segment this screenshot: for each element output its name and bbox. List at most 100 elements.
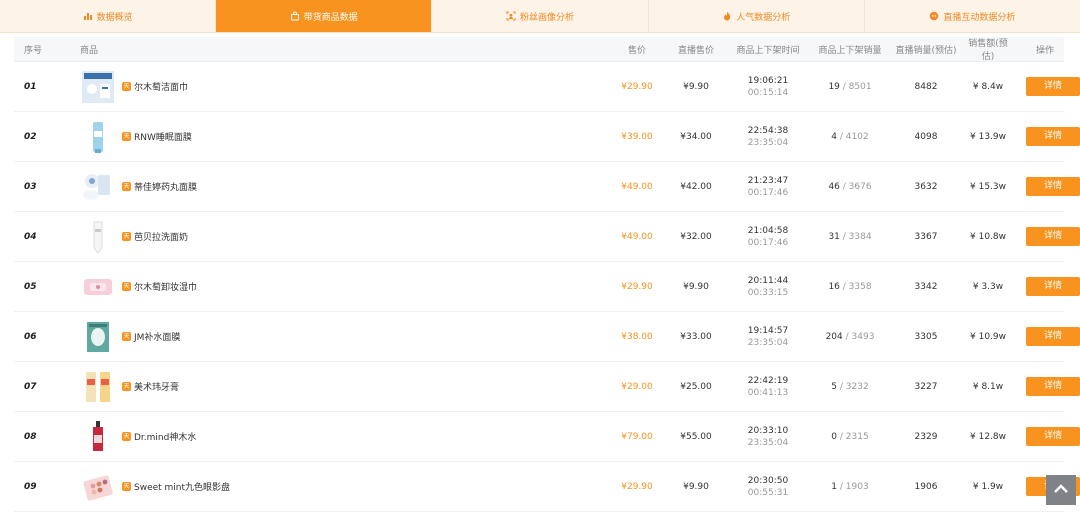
shelf-time-on: 19:14:57 xyxy=(747,325,789,336)
row-index: 01 xyxy=(24,81,37,92)
shelf-sales-a: 16 xyxy=(828,281,840,292)
detail-button[interactable]: 详情 xyxy=(1026,77,1080,96)
product-thumbnail[interactable] xyxy=(80,269,116,305)
price-cell: ¥29.90 xyxy=(606,282,668,292)
shelf-sales-cell: 19 / 8501 xyxy=(812,82,888,92)
amount-cell: ¥ 8.4w xyxy=(964,82,1012,92)
product-name[interactable]: 美术玮牙膏 xyxy=(134,380,179,393)
product-name[interactable]: 芭贝拉洗面奶 xyxy=(134,230,188,243)
operation-cell: 详情 xyxy=(1012,77,1080,96)
amount-cell: ¥ 8.1w xyxy=(964,382,1012,392)
tab-product-data[interactable]: 带货商品数据 xyxy=(216,0,433,32)
row-index: 07 xyxy=(24,381,37,392)
product-name[interactable]: 尔木萄卸妆湿巾 xyxy=(134,280,197,293)
live-sales-cell: 2329 xyxy=(888,432,964,442)
row-index-cell: 06 xyxy=(14,332,66,342)
shelf-time-on: 20:30:50 xyxy=(747,475,789,486)
price-cell: ¥29.00 xyxy=(606,382,668,392)
product-name[interactable]: Sweet mint九色眼影盘 xyxy=(134,480,230,493)
live-sales: 3305 xyxy=(914,331,938,342)
live-price-cell: ¥33.00 xyxy=(668,332,724,342)
row-index-cell: 08 xyxy=(14,432,66,442)
tab-popularity[interactable]: 人气数据分析 xyxy=(649,0,865,32)
shopping-bag-icon xyxy=(290,11,300,21)
header-amount: 销售额(预估) xyxy=(968,39,1008,62)
product-name[interactable]: RNW睡眠面膜 xyxy=(134,130,192,143)
operation-cell: 详情 xyxy=(1012,127,1080,146)
shelf-duration: 00:15:14 xyxy=(747,87,789,98)
table-row: 03 天蒂佳婷药丸面膜 ¥49.00 ¥42.00 21:23:47 00:17:46 46… xyxy=(14,162,1080,212)
shelf-sales-cell: 16 / 3358 xyxy=(812,282,888,292)
amount-cell: ¥ 1.9w xyxy=(964,482,1012,492)
product-thumbnail[interactable] xyxy=(80,419,116,455)
detail-button[interactable]: 详情 xyxy=(1026,277,1080,296)
shelf-duration: 00:55:31 xyxy=(747,487,789,498)
product-table: 序号 商品 售价 直播售价 商品上下架时间 商品上下架销量 直播销量(预估) 销… xyxy=(14,37,1080,512)
product-thumbnail[interactable] xyxy=(80,119,116,155)
product-thumbnail[interactable] xyxy=(80,169,116,205)
tab-fans-portrait[interactable]: 粉丝画像分析 xyxy=(432,0,649,32)
shelf-sales-b: 2315 xyxy=(845,431,869,442)
shelf-time-cell: 19:14:57 23:35:04 xyxy=(724,325,812,349)
shelf-time-cell: 21:23:47 00:17:46 xyxy=(724,175,812,199)
shelf-sales-sep: / xyxy=(837,131,846,142)
shelf-time-on: 20:33:10 xyxy=(747,425,789,436)
tmall-badge-icon: 天 xyxy=(122,132,131,141)
shelf-time-cell: 19:06:21 00:15:14 xyxy=(724,75,812,99)
product-name[interactable]: JM补水面膜 xyxy=(134,330,180,343)
product-thumbnail[interactable] xyxy=(80,469,116,505)
tab-label: 直播互动数据分析 xyxy=(943,12,1016,23)
shelf-sales-sep: / xyxy=(837,431,846,442)
product-thumbnail[interactable] xyxy=(80,219,116,255)
live-sales-cell: 4098 xyxy=(888,132,964,142)
interaction-icon xyxy=(929,11,939,21)
product-name[interactable]: 尔木萄洁面巾 xyxy=(134,80,188,93)
row-index-cell: 02 xyxy=(14,132,66,142)
live-price-cell: ¥9.90 xyxy=(668,82,724,92)
live-price-cell: ¥9.90 xyxy=(668,482,724,492)
detail-button[interactable]: 详情 xyxy=(1026,327,1080,346)
shelf-time-on: 22:42:19 xyxy=(747,375,789,386)
header-operation: 操作 xyxy=(1035,45,1054,56)
price: ¥49.00 xyxy=(621,181,653,192)
sales-amount: ¥ 8.4w xyxy=(972,81,1004,92)
price: ¥38.00 xyxy=(621,331,653,342)
detail-button[interactable]: 详情 xyxy=(1026,127,1080,146)
product-name[interactable]: 蒂佳婷药丸面膜 xyxy=(134,180,197,193)
amount-cell: ¥ 10.9w xyxy=(964,332,1012,342)
shelf-sales-sep: / xyxy=(837,481,846,492)
live-price: ¥25.00 xyxy=(680,381,712,392)
live-sales-cell: 3227 xyxy=(888,382,964,392)
sales-amount: ¥ 10.9w xyxy=(970,331,1006,342)
live-price-cell: ¥32.00 xyxy=(668,232,724,242)
detail-button[interactable]: 详情 xyxy=(1026,377,1080,396)
product-thumbnail[interactable] xyxy=(80,369,116,405)
table-row: 01 天尔木萄洁面巾 ¥29.90 ¥9.90 19:06:21 00:15:14 19 /… xyxy=(14,62,1080,112)
back-to-top-button[interactable] xyxy=(1046,475,1076,505)
table-row: 04 天芭贝拉洗面奶 ¥49.00 ¥32.00 21:04:58 00:17:46 31 … xyxy=(14,212,1080,262)
product-cell: 天 JM补水面膜 xyxy=(66,319,606,355)
tab-overview[interactable]: 数据概览 xyxy=(0,0,217,32)
row-index-cell: 07 xyxy=(14,382,66,392)
product-thumbnail[interactable] xyxy=(80,69,116,105)
tab-interaction[interactable]: 直播互动数据分析 xyxy=(865,0,1080,32)
tab-label: 带货商品数据 xyxy=(303,12,358,23)
shelf-sales-cell: 1 / 1903 xyxy=(812,482,888,492)
detail-button[interactable]: 详情 xyxy=(1026,427,1080,446)
product-name[interactable]: Dr.mind神木水 xyxy=(134,430,196,443)
table-row: 09 天 Sweet mint九色眼影盘 ¥29.90 ¥9.90 20:30:50 00:… xyxy=(14,462,1080,512)
detail-button[interactable]: 详情 xyxy=(1026,227,1080,246)
live-sales-cell: 3305 xyxy=(888,332,964,342)
product-thumbnail[interactable] xyxy=(80,319,116,355)
live-sales: 3632 xyxy=(914,181,938,192)
live-sales-cell: 3367 xyxy=(888,232,964,242)
shelf-time-cell: 22:42:19 00:41:13 xyxy=(724,375,812,399)
row-index-cell: 04 xyxy=(14,232,66,242)
shelf-sales-b: 3493 xyxy=(851,331,875,342)
price: ¥29.00 xyxy=(621,381,653,392)
table-header: 序号 商品 售价 直播售价 商品上下架时间 商品上下架销量 直播销量(预估) 销… xyxy=(14,37,1064,62)
detail-button[interactable]: 详情 xyxy=(1026,177,1080,196)
live-price-cell: ¥25.00 xyxy=(668,382,724,392)
live-price: ¥32.00 xyxy=(680,231,712,242)
price: ¥39.00 xyxy=(621,131,653,142)
